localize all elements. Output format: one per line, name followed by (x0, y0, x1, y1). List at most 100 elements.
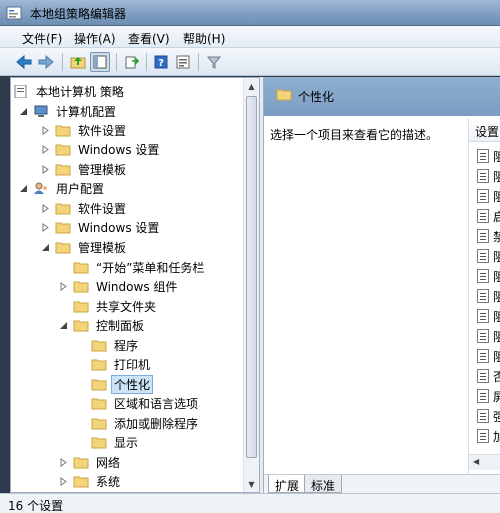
list-item[interactable]: 屏 (477, 386, 500, 406)
list-item-label: 屏 (493, 389, 500, 404)
tree-item-user-config[interactable]: 用户配置 (19, 179, 107, 198)
chevron-expanded-icon[interactable] (19, 184, 28, 193)
list-item[interactable]: 阻 (477, 266, 500, 286)
chevron-right-icon[interactable] (59, 282, 68, 291)
list-item[interactable]: 阻 (477, 186, 500, 206)
up-folder-icon[interactable] (68, 52, 88, 72)
back-arrow-icon[interactable] (14, 52, 34, 72)
export-list-icon[interactable] (122, 52, 142, 72)
folder-icon (276, 89, 292, 101)
scroll-down-icon[interactable]: ▼ (244, 476, 259, 492)
tree-item-printers[interactable]: 打印机 (91, 355, 153, 374)
tree-item-system[interactable]: 系统 (59, 472, 123, 491)
horizontal-scrollbar[interactable]: ◀ (469, 454, 500, 470)
tree-label: 显示 (114, 436, 139, 450)
tree-item-add-remove[interactable]: 添加或删除程序 (91, 414, 201, 433)
menu-file[interactable]: 文件(F) (22, 30, 62, 47)
tree-item-uc-software[interactable]: 软件设置 (41, 199, 129, 218)
tree-label: 网络 (96, 456, 121, 470)
tree-item-computer-config[interactable]: 计算机配置 (19, 102, 119, 121)
details-pane: 个性化 选择一个项目来查看它的描述。 设置 阻 阻 阻 启 禁 阻 阻 阻 阻 … (263, 77, 500, 494)
tree-item-start-menu[interactable]: “开始”菜单和任务栏 (73, 258, 207, 277)
setting-page-icon (477, 269, 489, 283)
tree-label: 软件设置 (78, 124, 127, 138)
tree-label: 管理模板 (78, 163, 127, 177)
chevron-expanded-icon[interactable] (19, 107, 28, 116)
tree-scrollbar[interactable]: ▲ ▼ (243, 78, 259, 492)
tab-extended[interactable]: 扩展 (268, 475, 307, 493)
chevron-right-icon[interactable] (41, 126, 50, 135)
tree-item-network[interactable]: 网络 (59, 453, 123, 472)
folder-icon (91, 340, 107, 352)
scroll-left-icon[interactable]: ◀ (473, 457, 479, 466)
svg-text:?: ? (158, 58, 164, 69)
filter-icon[interactable] (204, 52, 224, 72)
tree-item-uc-windows[interactable]: Windows 设置 (41, 218, 162, 237)
list-item[interactable]: 禁 (477, 226, 500, 246)
tree-item-cc-windows[interactable]: Windows 设置 (41, 140, 162, 159)
scroll-up-icon[interactable]: ▲ (244, 78, 259, 94)
setting-page-icon (477, 389, 489, 403)
tab-standard[interactable]: 标准 (304, 475, 343, 493)
help-icon[interactable]: ? (151, 52, 171, 72)
tree-item-control-panel[interactable]: 控制面板 (59, 316, 147, 335)
chevron-expanded-icon[interactable] (59, 321, 68, 330)
tree-item-display[interactable]: 显示 (91, 433, 141, 452)
list-item[interactable]: 加 (477, 426, 500, 446)
chevron-expanded-icon[interactable] (41, 243, 50, 252)
tree-item-regional[interactable]: 区域和语言选项 (91, 394, 201, 413)
column-header-setting[interactable]: 设置 (469, 118, 500, 142)
details-description: 选择一个项目来查看它的描述。 (270, 128, 439, 142)
details-title: 个性化 (298, 90, 335, 104)
menu-action[interactable]: 操作(A) (74, 30, 116, 47)
list-item[interactable]: 阻 (477, 346, 500, 366)
list-item[interactable]: 阻 (477, 326, 500, 346)
list-item[interactable]: 阻 (477, 306, 500, 326)
list-item[interactable]: 阻 (477, 166, 500, 186)
setting-page-icon (477, 289, 489, 303)
menu-view[interactable]: 查看(V) (128, 30, 170, 47)
list-item-label: 加 (493, 429, 500, 444)
folder-icon (55, 222, 71, 234)
list-item[interactable]: 阻 (477, 146, 500, 166)
chevron-right-icon[interactable] (41, 165, 50, 174)
tree-item-windows-components[interactable]: Windows 组件 (59, 277, 180, 296)
setting-page-icon (477, 369, 489, 383)
properties-icon[interactable] (173, 52, 193, 72)
tree-item-uc-admin[interactable]: 管理模板 (41, 238, 129, 257)
scroll-thumb[interactable] (246, 96, 257, 458)
tree-label: 共享文件夹 (96, 300, 157, 314)
tree-label: 系统 (96, 475, 121, 489)
forward-arrow-icon[interactable] (36, 52, 56, 72)
folder-icon (73, 457, 89, 469)
setting-page-icon (477, 189, 489, 203)
status-text: 16 个设置 (8, 499, 64, 513)
list-item-label: 强 (493, 409, 500, 424)
tree-item-programs[interactable]: 程序 (91, 336, 141, 355)
list-item[interactable]: 阻 (477, 286, 500, 306)
tree-item-personalization[interactable]: 个性化 (91, 375, 154, 394)
chevron-right-icon[interactable] (41, 145, 50, 154)
tree-item-root[interactable]: 本地计算机 策略 (13, 82, 127, 101)
tree-label: Windows 组件 (96, 280, 178, 294)
folder-icon (73, 320, 89, 332)
folder-icon (91, 379, 107, 391)
chevron-right-icon[interactable] (59, 477, 68, 486)
menu-help[interactable]: 帮助(H) (183, 30, 225, 47)
list-item[interactable]: 启 (477, 206, 500, 226)
details-header: 个性化 (264, 78, 500, 116)
tree-label: 管理模板 (78, 241, 127, 255)
tree-item-cc-software[interactable]: 软件设置 (41, 121, 129, 140)
chevron-right-icon[interactable] (59, 458, 68, 467)
chevron-right-icon[interactable] (41, 204, 50, 213)
list-item[interactable]: 阻 (477, 246, 500, 266)
tree-label: 添加或删除程序 (114, 417, 199, 431)
list-item[interactable]: 否 (477, 366, 500, 386)
tree-item-shared-folders[interactable]: 共享文件夹 (73, 297, 159, 316)
show-hide-tree-icon[interactable] (90, 52, 110, 72)
list-item-label: 否 (493, 369, 500, 384)
list-item[interactable]: 强 (477, 406, 500, 426)
tree-item-cc-admin[interactable]: 管理模板 (41, 160, 129, 179)
chevron-right-icon[interactable] (41, 223, 50, 232)
policy-document-icon (14, 85, 27, 98)
